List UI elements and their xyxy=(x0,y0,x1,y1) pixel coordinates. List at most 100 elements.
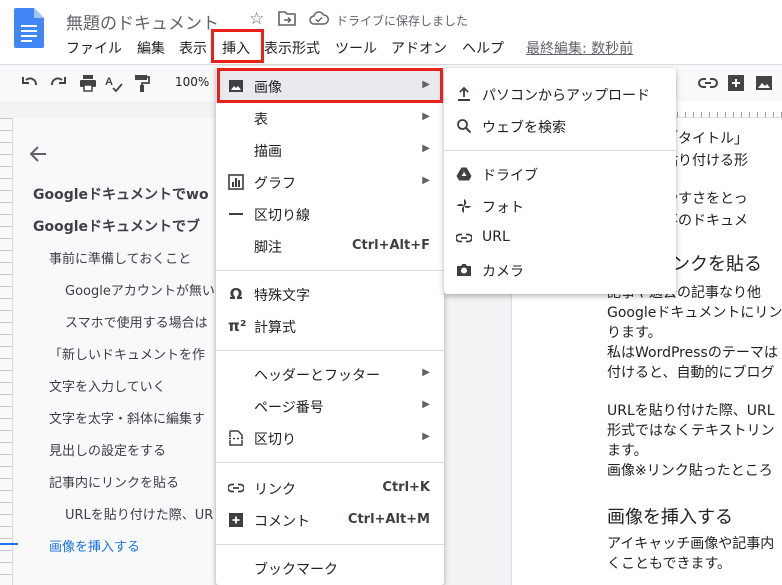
insert-image-icon[interactable] xyxy=(754,73,774,93)
insert-menu-item-comment[interactable]: コメント Ctrl+Alt+M xyxy=(216,504,444,536)
camera-icon xyxy=(457,264,471,276)
insert-menu-item-equation[interactable]: π² 計算式 xyxy=(216,310,444,342)
spellcheck-icon[interactable]: A xyxy=(104,73,124,93)
redo-icon[interactable] xyxy=(48,73,68,93)
document-title[interactable]: 無題のドキュメント xyxy=(66,9,219,34)
link-icon xyxy=(228,483,244,493)
image-submenu-item-url[interactable]: URL xyxy=(444,222,676,254)
outline-item[interactable]: Googleアカウントが無い xyxy=(65,280,215,299)
insert-menu-item-drawing[interactable]: 描画 ▶ xyxy=(216,134,444,166)
menu-item-label: リンク xyxy=(254,482,296,498)
page-heading: 画像を挿入する xyxy=(607,507,733,528)
menu-divider xyxy=(216,462,444,463)
vertical-ruler[interactable] xyxy=(0,118,13,585)
outline-item[interactable]: 「新しいドキュメントを作 xyxy=(49,344,205,363)
submenu-arrow-icon: ▶ xyxy=(422,431,430,442)
highlight-box-insert-menu xyxy=(211,29,264,63)
page-line: ます。 xyxy=(607,443,648,459)
menu-edit[interactable]: 編集 xyxy=(137,38,165,58)
menu-item-label: 区切り線 xyxy=(254,208,310,224)
menu-divider xyxy=(216,544,444,545)
image-submenu-item-photos[interactable]: フォト xyxy=(444,190,676,222)
insert-menu-item-header-footer[interactable]: ヘッダーとフッター ▶ xyxy=(216,358,444,390)
cloud-saved-icon[interactable] xyxy=(309,11,329,25)
menu-help[interactable]: ヘルプ xyxy=(462,38,504,58)
insert-menu-item-table[interactable]: 表 ▶ xyxy=(216,102,444,134)
outline-item[interactable]: URLを貼り付けた際、UR xyxy=(65,504,213,523)
menu-addons[interactable]: アドオン xyxy=(391,38,447,58)
outline-item[interactable]: 見出しの設定をする xyxy=(49,440,166,459)
search-icon xyxy=(457,119,472,134)
image-submenu-item-drive[interactable]: ドライブ xyxy=(444,158,676,190)
insert-menu-item-special-chars[interactable]: Ω 特殊文字 xyxy=(216,278,444,310)
menu-tools[interactable]: ツール xyxy=(335,38,377,58)
last-edit-link[interactable]: 最終編集: 数秒前 xyxy=(526,38,633,58)
menu-item-label: ブックマーク xyxy=(254,562,338,578)
menu-file[interactable]: ファイル xyxy=(66,38,122,58)
horizontal-line-icon xyxy=(229,213,243,215)
insert-menu-item-break[interactable]: 区切り ▶ xyxy=(216,422,444,454)
menu-item-label: 区切り xyxy=(254,432,296,448)
paint-format-icon[interactable] xyxy=(132,73,152,93)
outline-item[interactable]: Googleドキュメントでwo xyxy=(33,184,209,204)
highlight-box-image-item xyxy=(217,68,443,103)
upload-icon xyxy=(458,86,470,101)
outline-item[interactable]: 記事内にリンクを貼る xyxy=(49,472,179,491)
page-line: 私はWordPressのテーマは xyxy=(607,345,778,361)
submenu-arrow-icon: ▶ xyxy=(422,399,430,410)
print-icon[interactable] xyxy=(78,73,98,93)
zoom-select[interactable]: 100% xyxy=(175,75,209,89)
submenu-arrow-icon: ▶ xyxy=(422,175,430,186)
insert-menu-item-bookmark[interactable]: ブックマーク xyxy=(216,552,444,584)
shortcut-label: Ctrl+K xyxy=(382,480,430,495)
undo-icon[interactable] xyxy=(20,73,40,93)
add-comment-icon[interactable] xyxy=(726,73,746,93)
back-arrow-icon[interactable] xyxy=(28,144,48,164)
outline-item-active[interactable]: 画像を挿入する xyxy=(49,536,140,555)
insert-menu-item-page-numbers[interactable]: ページ番号 ▶ xyxy=(216,390,444,422)
break-icon xyxy=(229,430,243,446)
menu-item-label: コメント xyxy=(254,514,310,530)
page-line: アイキャッチ画像や記事内 xyxy=(607,536,775,552)
submenu-item-label: URL xyxy=(482,229,510,245)
chart-icon xyxy=(228,174,244,190)
move-folder-icon[interactable] xyxy=(278,10,296,26)
menu-item-label: グラフ xyxy=(254,176,296,192)
image-submenu-item-camera[interactable]: カメラ xyxy=(444,254,676,286)
star-icon[interactable]: ☆ xyxy=(249,9,264,29)
menu-format[interactable]: 表示形式 xyxy=(264,38,320,58)
page-line: Googleドキュメントにリン xyxy=(607,305,782,321)
photos-icon xyxy=(457,199,471,213)
outline-item[interactable]: Googleドキュメントでブ xyxy=(33,216,200,236)
outline-item[interactable]: 文字を入力していく xyxy=(49,376,166,395)
image-submenu-item-upload[interactable]: パソコンからアップロード xyxy=(444,78,676,110)
outline-item[interactable]: スマホで使用する場合は xyxy=(65,312,208,331)
outline-item[interactable]: 文字を太字・斜体に編集す xyxy=(49,408,205,427)
menu-view[interactable]: 表示 xyxy=(179,38,207,58)
svg-text:A: A xyxy=(105,76,113,88)
menu-divider xyxy=(216,270,444,271)
page-line: URLを貼り付けた際、URL xyxy=(607,403,775,419)
docs-logo-icon[interactable] xyxy=(14,8,44,48)
insert-menu: 画像 ▶ 表 ▶ 描画 ▶ グラフ ▶ 区切り線 脚注 Ctrl+Alt+F Ω… xyxy=(216,66,444,585)
comment-icon xyxy=(229,513,243,527)
submenu-arrow-icon: ▶ xyxy=(422,111,430,122)
menu-item-label: ページ番号 xyxy=(254,400,324,416)
submenu-arrow-icon: ▶ xyxy=(422,143,430,154)
insert-menu-item-chart[interactable]: グラフ ▶ xyxy=(216,166,444,198)
insert-menu-item-link[interactable]: リンク Ctrl+K xyxy=(216,472,444,504)
shortcut-label: Ctrl+Alt+M xyxy=(347,512,430,527)
pi-icon: π² xyxy=(228,317,247,335)
image-submenu-item-search-web[interactable]: ウェブを検索 xyxy=(444,110,676,142)
image-submenu: パソコンからアップロード ウェブを検索 ドライブ フォト URL カメラ xyxy=(444,68,676,294)
outline-item[interactable]: 事前に準備しておくこと xyxy=(49,248,191,267)
insert-menu-item-horizontal-line[interactable]: 区切り線 xyxy=(216,198,444,230)
menu-item-label: ヘッダーとフッター xyxy=(254,368,380,384)
page-line: ります。 xyxy=(607,325,662,341)
link-icon xyxy=(456,233,472,243)
link-icon[interactable] xyxy=(698,73,718,93)
menu-divider xyxy=(216,350,444,351)
menu-item-label: 脚注 xyxy=(254,240,282,256)
insert-menu-item-footnote[interactable]: 脚注 Ctrl+Alt+F xyxy=(216,230,444,262)
menu-item-label: 描画 xyxy=(254,144,282,160)
